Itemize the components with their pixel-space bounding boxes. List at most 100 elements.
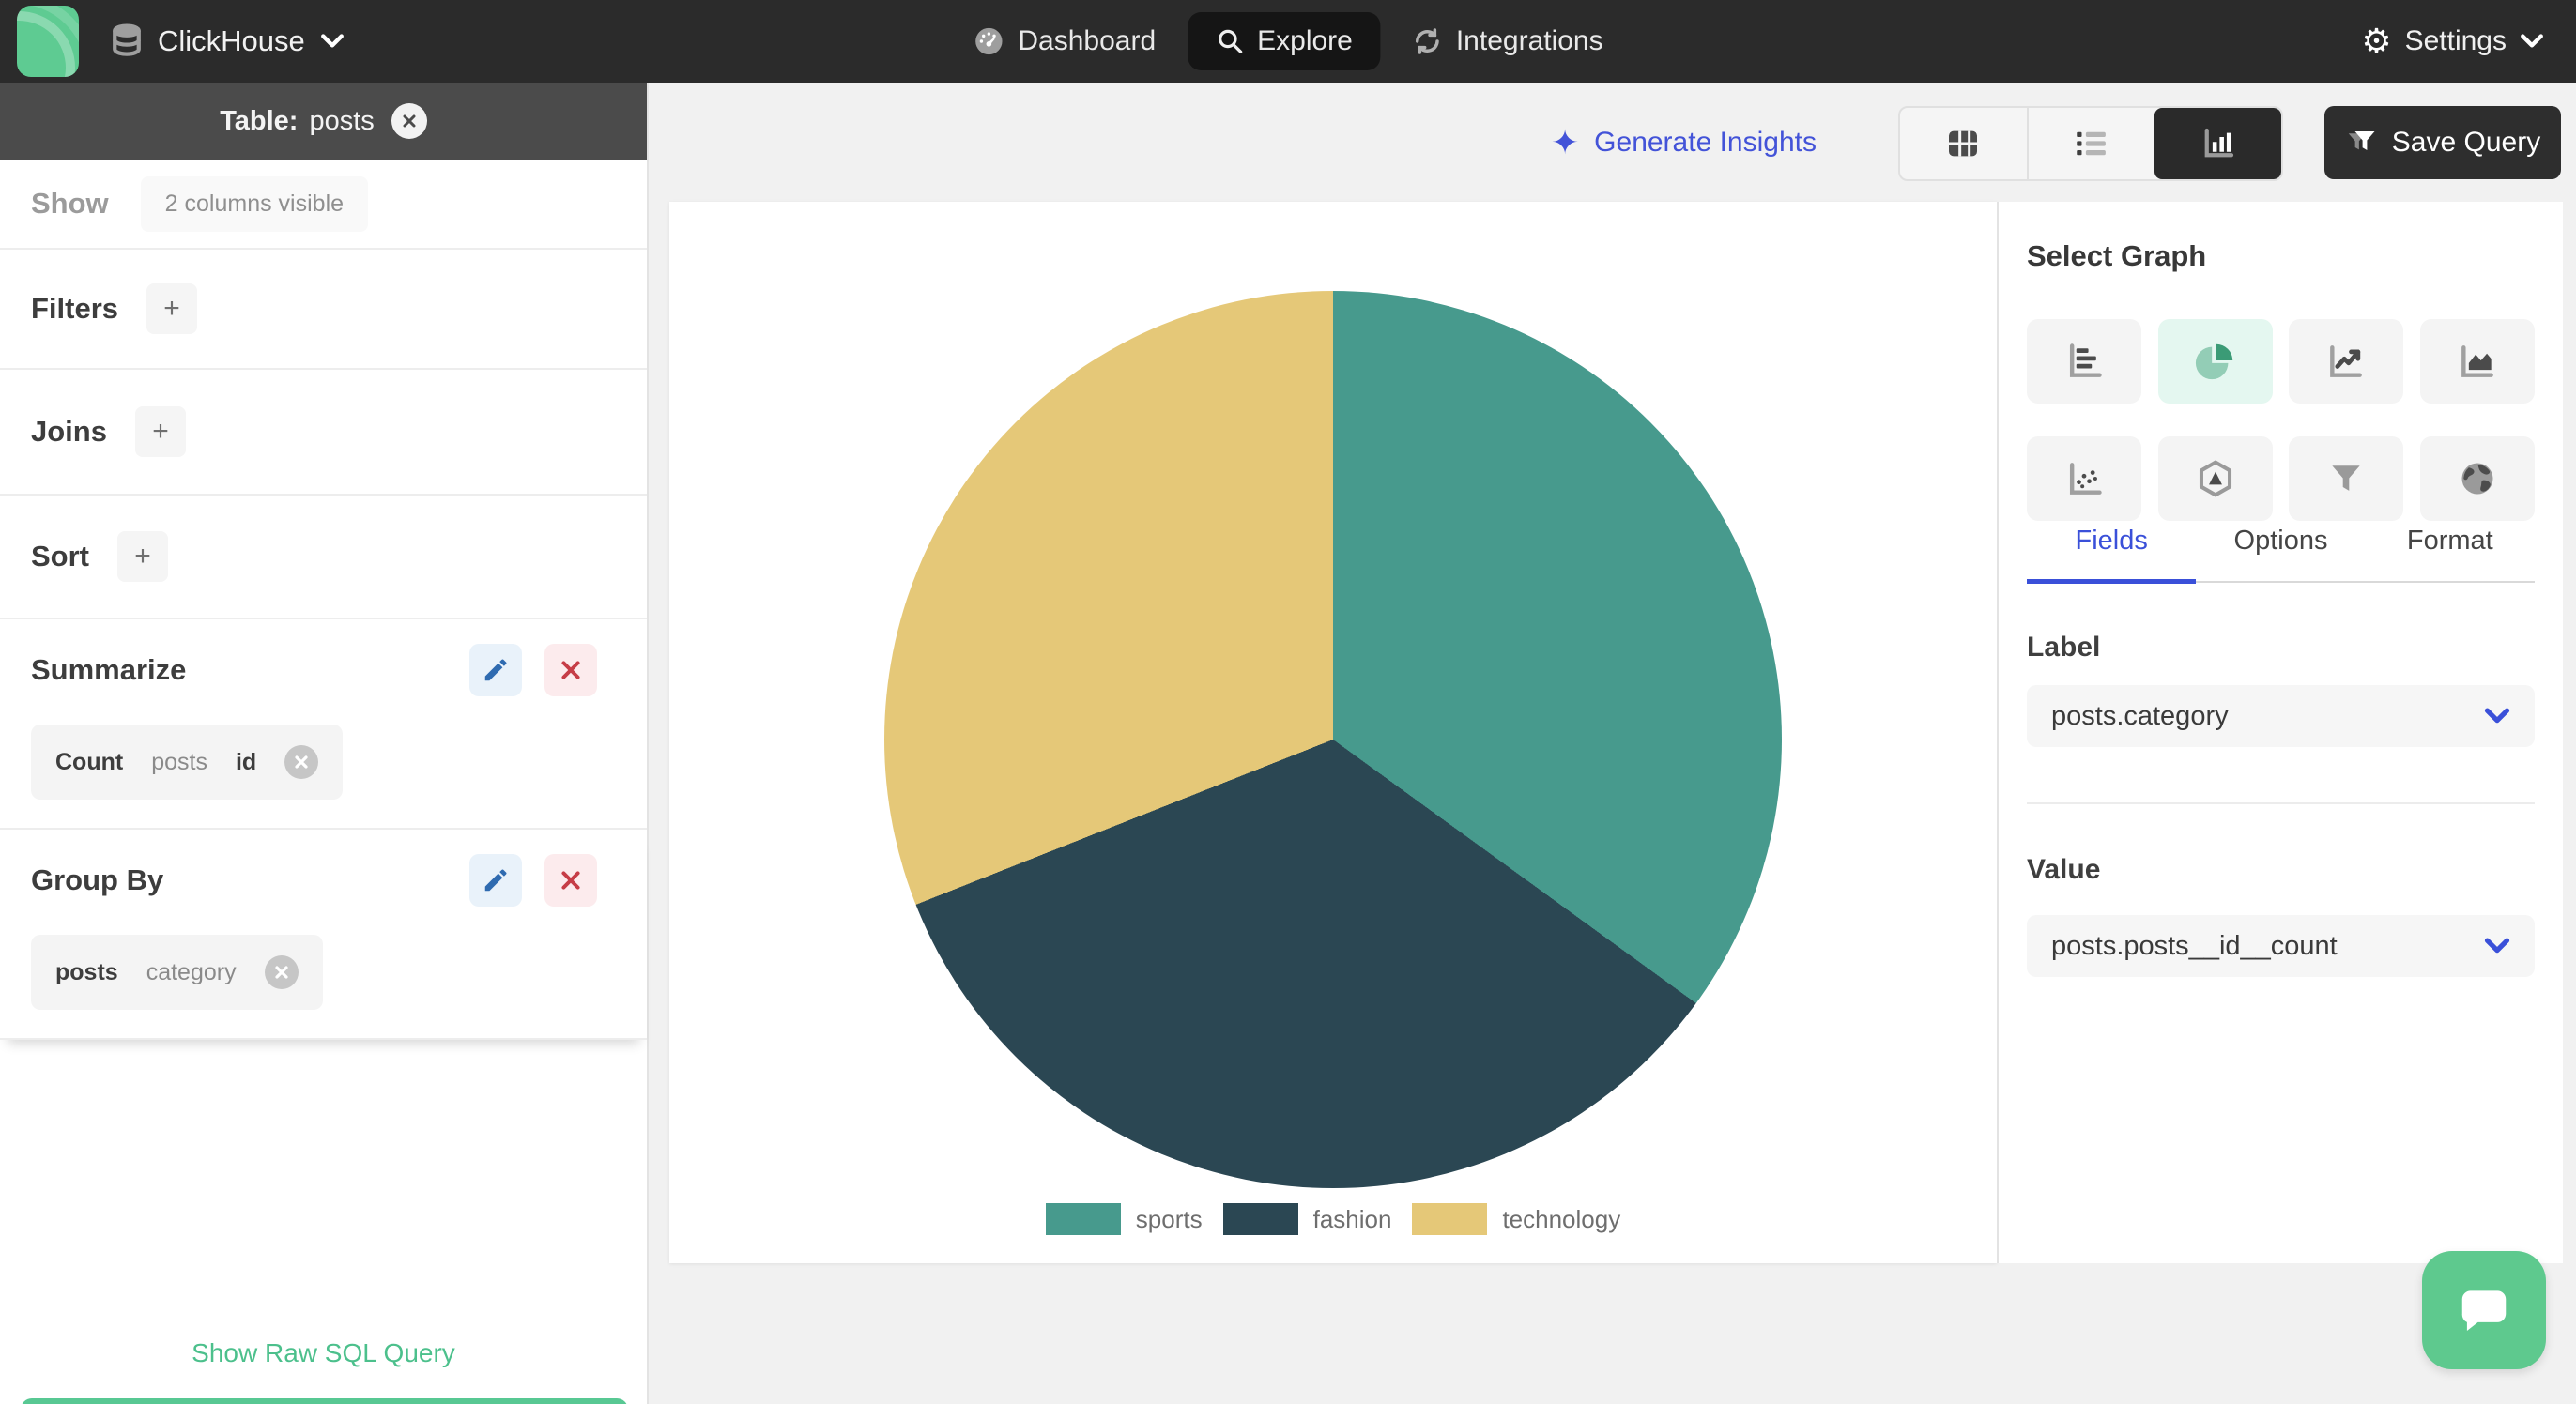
delete-summarize-button[interactable] bbox=[544, 644, 597, 696]
legend-item[interactable]: technology bbox=[1412, 1203, 1620, 1235]
bar-chart-icon bbox=[2063, 341, 2105, 382]
chevron-down-icon bbox=[2484, 937, 2510, 955]
filter-funnel-icon bbox=[2345, 126, 2379, 160]
summarize-column: id bbox=[235, 748, 257, 775]
nav-dashboard-label: Dashboard bbox=[1018, 25, 1157, 56]
graph-tile-area[interactable] bbox=[2419, 319, 2535, 404]
generate-insights-button[interactable]: ✦ Generate Insights bbox=[1551, 83, 1817, 202]
legend-swatch bbox=[1412, 1203, 1488, 1235]
value-select-value: posts.posts__id__count bbox=[2051, 930, 2338, 961]
add-filter-button[interactable]: + bbox=[146, 283, 198, 334]
summarize-chip[interactable]: Count posts id bbox=[31, 725, 344, 800]
table-view-button[interactable] bbox=[1900, 108, 2027, 179]
tab-fields[interactable]: Fields bbox=[2027, 526, 2197, 584]
table-view-icon bbox=[1944, 125, 1982, 162]
settings-label: Settings bbox=[2404, 25, 2507, 56]
graph-config-panel: Select Graph Fields Options Format Label… bbox=[1999, 202, 2563, 1263]
chart-view-button[interactable] bbox=[2154, 108, 2281, 179]
edit-group-by-button[interactable] bbox=[469, 854, 522, 907]
graph-tile-funnel[interactable] bbox=[2289, 436, 2404, 521]
search-icon bbox=[1216, 27, 1244, 55]
nav-explore-label: Explore bbox=[1257, 25, 1353, 56]
panel-tabs: Fields Options Format bbox=[2027, 526, 2535, 584]
summarize-table: posts bbox=[151, 748, 207, 775]
tab-format[interactable]: Format bbox=[2366, 526, 2535, 581]
save-query-button[interactable]: Save Query bbox=[2324, 106, 2561, 179]
save-query-label: Save Query bbox=[2391, 127, 2541, 158]
group-by-chip[interactable]: posts category bbox=[31, 935, 323, 1010]
legend-label: fashion bbox=[1312, 1204, 1392, 1233]
graph-tile-radar[interactable] bbox=[2157, 436, 2273, 521]
section-divider bbox=[2027, 802, 2535, 804]
app-logo[interactable] bbox=[17, 6, 79, 77]
graph-tile-map[interactable] bbox=[2419, 436, 2535, 521]
edit-summarize-button[interactable] bbox=[469, 644, 522, 696]
group-by-label: Group By bbox=[31, 863, 164, 896]
view-toggle-group bbox=[1898, 106, 2283, 181]
sync-icon bbox=[1413, 26, 1443, 56]
summarize-agg: Count bbox=[55, 748, 124, 775]
group-by-section: Group By posts category bbox=[0, 830, 647, 1040]
table-name: posts bbox=[309, 105, 375, 136]
chart-legend: sports fashion technology bbox=[669, 1203, 1997, 1235]
remove-table-button[interactable] bbox=[391, 103, 427, 139]
value-select[interactable]: posts.posts__id__count bbox=[2027, 915, 2535, 977]
chat-launcher-button[interactable] bbox=[2422, 1251, 2546, 1369]
pie-chart[interactable] bbox=[884, 291, 1782, 1188]
nav-integrations[interactable]: Integrations bbox=[1413, 25, 1603, 57]
graph-tile-line[interactable] bbox=[2289, 319, 2404, 404]
legend-item[interactable]: fashion bbox=[1222, 1203, 1392, 1235]
app-root: ClickHouse Dashboard Explore Integration… bbox=[0, 0, 2576, 1404]
chevron-down-icon bbox=[2520, 33, 2544, 50]
top-navbar: ClickHouse Dashboard Explore Integration… bbox=[0, 0, 2576, 83]
brand-label: ClickHouse bbox=[158, 24, 305, 57]
graph-type-grid bbox=[2027, 319, 2535, 521]
group-by-table: posts bbox=[55, 958, 118, 985]
add-join-button[interactable]: + bbox=[134, 406, 186, 457]
nav-dashboard[interactable]: Dashboard bbox=[973, 25, 1156, 57]
legend-label: technology bbox=[1502, 1204, 1621, 1233]
label-select[interactable]: posts.category bbox=[2027, 685, 2535, 747]
sort-label: Sort bbox=[31, 540, 89, 572]
execute-query-button[interactable]: Execute Query ⚡ bbox=[21, 1398, 628, 1404]
radar-hexagon-icon bbox=[2195, 458, 2236, 499]
graph-tile-bar[interactable] bbox=[2027, 319, 2141, 404]
select-graph-title: Select Graph bbox=[2027, 239, 2207, 272]
columns-visible-chip[interactable]: 2 columns visible bbox=[140, 176, 369, 232]
remove-summarize-chip-button[interactable] bbox=[284, 745, 319, 779]
show-row: Show 2 columns visible bbox=[0, 160, 647, 250]
list-view-button[interactable] bbox=[2026, 108, 2155, 179]
chat-bubble-icon bbox=[2455, 1283, 2513, 1337]
area-chart-icon bbox=[2457, 341, 2498, 382]
filters-row: Filters + bbox=[0, 250, 647, 370]
legend-item[interactable]: sports bbox=[1045, 1203, 1203, 1235]
dashboard-gauge-icon bbox=[973, 25, 1004, 57]
table-prefix: Table: bbox=[220, 105, 299, 136]
chevron-down-icon bbox=[320, 33, 345, 50]
show-raw-sql-link[interactable]: Show Raw SQL Query bbox=[0, 1338, 647, 1368]
show-label: Show bbox=[31, 187, 109, 220]
nav-explore[interactable]: Explore bbox=[1188, 12, 1381, 70]
joins-label: Joins bbox=[31, 415, 107, 448]
remove-group-by-chip-button[interactable] bbox=[264, 955, 299, 989]
nav-integrations-label: Integrations bbox=[1455, 25, 1603, 56]
add-sort-button[interactable]: + bbox=[117, 531, 168, 582]
x-icon bbox=[559, 658, 583, 682]
legend-swatch bbox=[1222, 1203, 1298, 1235]
tab-options[interactable]: Options bbox=[2196, 526, 2365, 581]
bar-chart-view-icon bbox=[2199, 124, 2238, 163]
settings-menu[interactable]: ⚙ Settings bbox=[2361, 0, 2544, 83]
group-by-column: category bbox=[146, 958, 237, 985]
list-view-icon bbox=[2072, 124, 2111, 163]
database-switcher[interactable]: ClickHouse bbox=[111, 0, 345, 83]
graph-tile-scatter[interactable] bbox=[2027, 436, 2141, 521]
legend-label: sports bbox=[1135, 1204, 1203, 1233]
pie-chart-icon bbox=[2194, 340, 2237, 383]
graph-tile-pie[interactable] bbox=[2157, 319, 2273, 404]
database-icon bbox=[111, 23, 143, 59]
delete-group-by-button[interactable] bbox=[544, 854, 597, 907]
pencil-icon bbox=[482, 656, 510, 684]
line-chart-icon bbox=[2325, 341, 2367, 382]
scatter-plot-icon bbox=[2063, 458, 2105, 499]
summarize-section: Summarize Count posts id bbox=[0, 619, 647, 830]
